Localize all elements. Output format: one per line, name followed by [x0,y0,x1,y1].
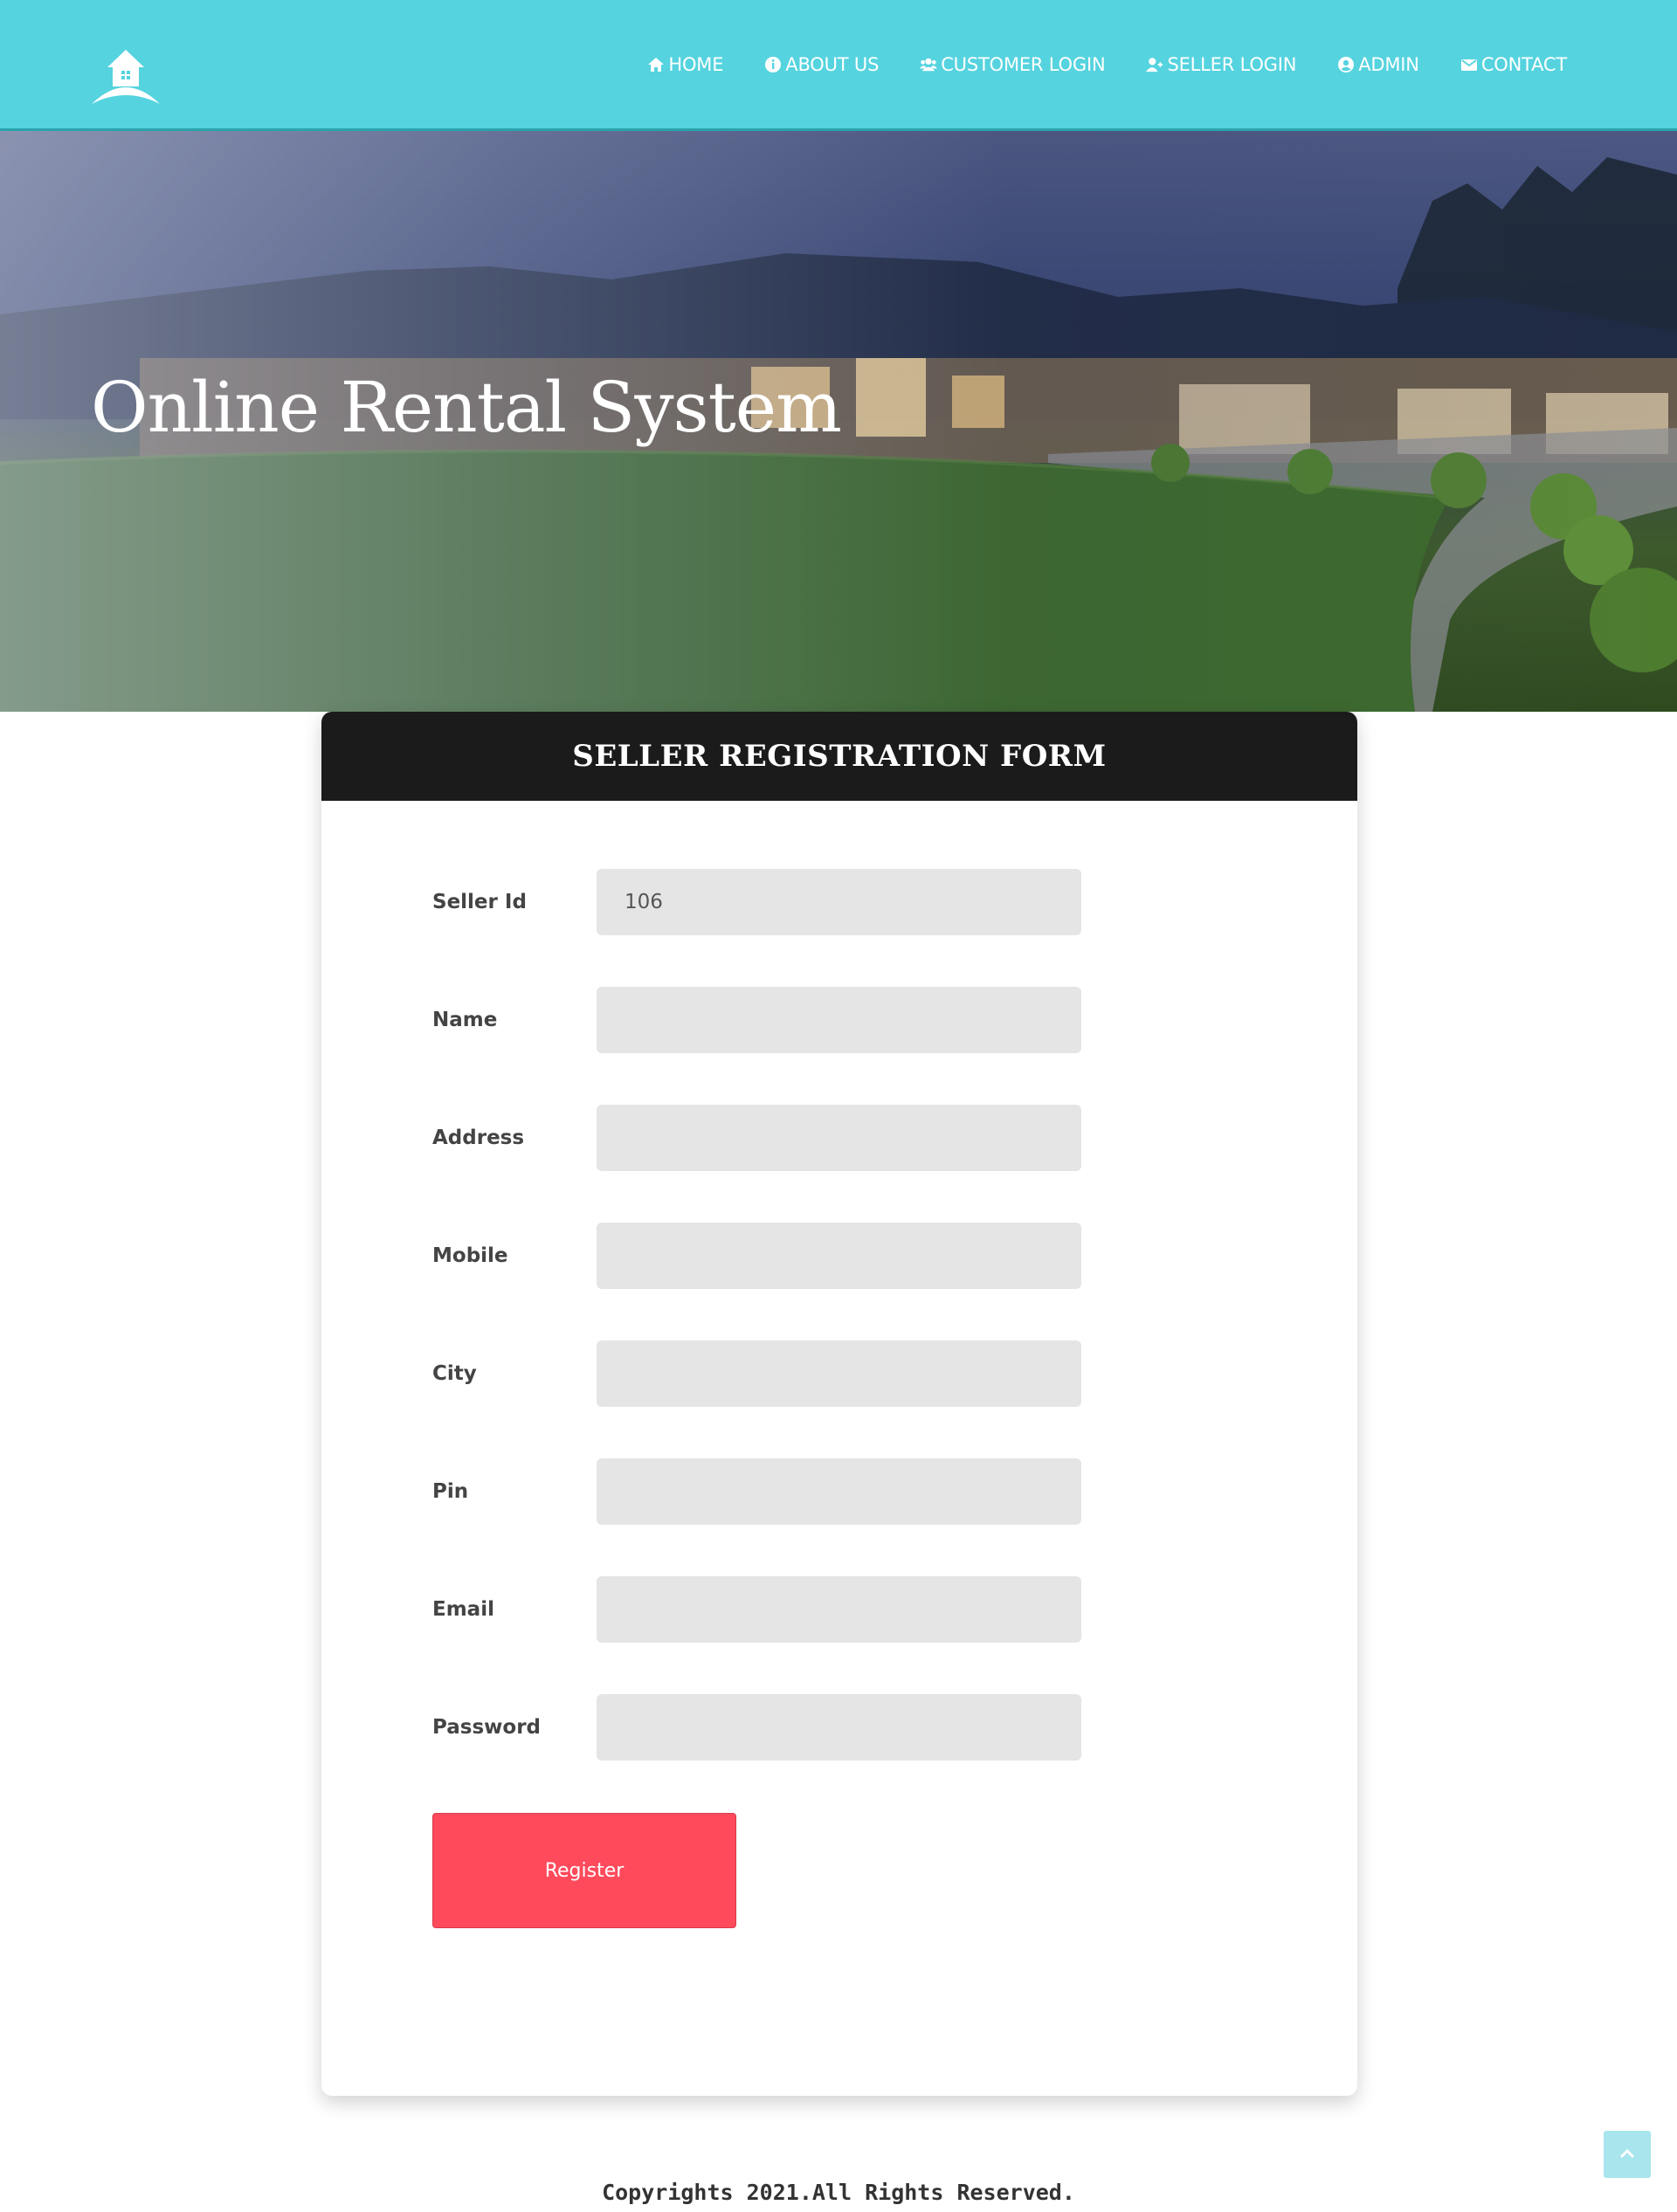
registration-card: SELLER REGISTRATION FORM Seller Id Name … [321,712,1357,2096]
city-label: City [432,1362,477,1385]
pin-label: Pin [432,1480,469,1503]
email-input[interactable] [597,1576,1081,1643]
nav-about-label: ABOUT US [785,54,880,75]
form-row-city: City [432,1340,1131,1407]
hero-banner: Online Rental System [0,131,1677,712]
nav-admin-label: ADMIN [1358,54,1419,75]
nav-menu: HOME ABOUT US CUSTOMER LOGIN SELLER LOGI… [606,0,1567,129]
info-icon [765,57,782,72]
nav-customer-login[interactable]: CUSTOMER LOGIN [920,54,1106,75]
seller-id-input[interactable] [597,869,1081,935]
user-circle-icon [1338,57,1355,72]
users-icon [920,58,938,72]
seller-id-label: Seller Id [432,891,527,913]
register-button[interactable]: Register [432,1813,736,1928]
footer-copyright: Copyrights 2021.All Rights Reserved. [602,2180,1075,2205]
nav-home-label: HOME [668,54,724,75]
user-plus-icon [1146,58,1163,72]
nav-about[interactable]: ABOUT US [764,54,879,75]
form-row-name: Name [432,987,1131,1053]
hero-title: Online Rental System [91,367,842,448]
navbar: HOME ABOUT US CUSTOMER LOGIN SELLER LOGI… [0,0,1677,131]
nav-contact[interactable]: CONTACT [1460,54,1567,75]
nav-contact-label: CONTACT [1480,54,1567,75]
form-row-address: Address [432,1105,1131,1171]
home-icon [648,58,665,72]
password-input[interactable] [597,1694,1081,1761]
nav-seller-login-label: SELLER LOGIN [1167,54,1297,75]
pin-input[interactable] [597,1458,1081,1525]
envelope-icon [1460,59,1477,71]
house-logo-icon[interactable] [90,46,162,107]
mobile-input[interactable] [597,1223,1081,1289]
form-row-pin: Pin [432,1458,1131,1525]
city-input[interactable] [597,1340,1081,1407]
password-label: Password [432,1716,541,1739]
nav-admin[interactable]: ADMIN [1337,54,1419,75]
name-label: Name [432,1009,498,1031]
email-label: Email [432,1598,494,1621]
form-row-password: Password [432,1694,1131,1761]
nav-home[interactable]: HOME [647,54,723,75]
scroll-to-top-button[interactable] [1604,2131,1651,2178]
form-title: SELLER REGISTRATION FORM [572,739,1107,774]
form-row-seller-id: Seller Id [432,869,1131,935]
form-row-email: Email [432,1576,1131,1643]
form-row-mobile: Mobile [432,1223,1131,1289]
address-input[interactable] [597,1105,1081,1171]
mobile-label: Mobile [432,1244,508,1267]
card-header: SELLER REGISTRATION FORM [321,712,1357,801]
name-input[interactable] [597,987,1081,1053]
address-label: Address [432,1127,525,1149]
nav-customer-login-label: CUSTOMER LOGIN [941,54,1106,75]
nav-seller-login[interactable]: SELLER LOGIN [1146,54,1296,75]
chevron-up-icon [1619,2148,1635,2159]
